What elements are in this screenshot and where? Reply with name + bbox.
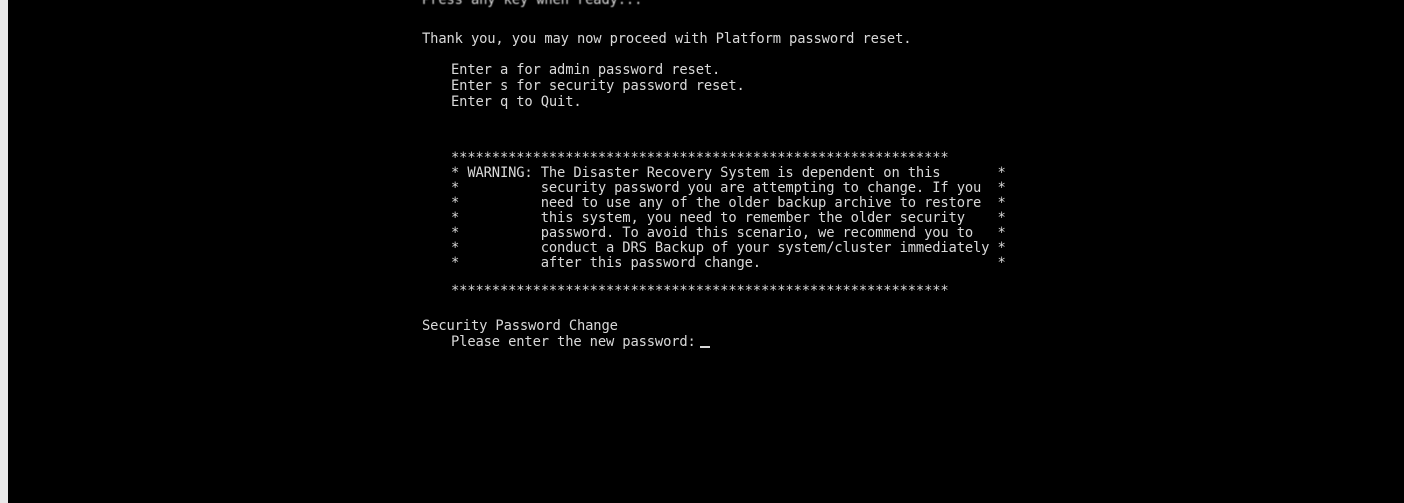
- warning-border-top: ****************************************…: [451, 150, 949, 166]
- warning-line: * conduct a DRS Backup of your system/cl…: [451, 240, 1006, 256]
- warning-border-bottom: ****************************************…: [451, 283, 949, 299]
- option-quit: Enter q to Quit.: [451, 94, 582, 110]
- warning-line: * WARNING: The Disaster Recovery System …: [451, 165, 1006, 181]
- cut-off-line: Press any key when ready...: [422, 0, 643, 8]
- warning-line: * security password you are attempting t…: [451, 180, 1006, 196]
- thank-you-line: Thank you, you may now proceed with Plat…: [422, 31, 912, 47]
- password-prompt-label: Please enter the new password:: [451, 334, 696, 350]
- password-prompt-row[interactable]: Please enter the new password:: [451, 335, 710, 350]
- text-cursor[interactable]: [699, 346, 710, 348]
- warning-line: * after this password change. *: [451, 255, 1006, 271]
- warning-line: * need to use any of the older backup ar…: [451, 195, 1006, 211]
- section-title: Security Password Change: [422, 318, 618, 334]
- warning-line: * this system, you need to remember the …: [451, 210, 1006, 226]
- console-screen: Press any key when ready... Thank you, y…: [0, 0, 1404, 503]
- option-admin-reset: Enter a for admin password reset.: [451, 62, 721, 78]
- window-edge: [0, 0, 8, 503]
- option-security-reset: Enter s for security password reset.: [451, 78, 745, 94]
- warning-line: * password. To avoid this scenario, we r…: [451, 225, 1006, 241]
